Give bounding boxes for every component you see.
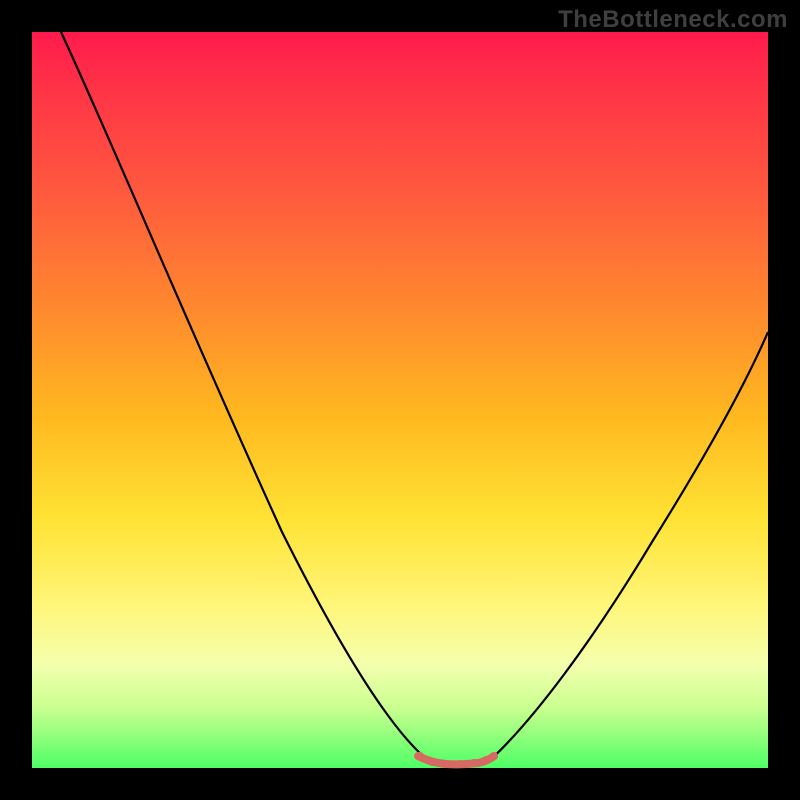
curve-layer	[32, 32, 768, 768]
plot-area	[32, 32, 768, 768]
watermark-label: TheBottleneck.com	[558, 6, 788, 34]
curve-right	[488, 332, 768, 762]
chart-frame: TheBottleneck.com	[0, 0, 800, 800]
curve-left	[61, 32, 430, 762]
